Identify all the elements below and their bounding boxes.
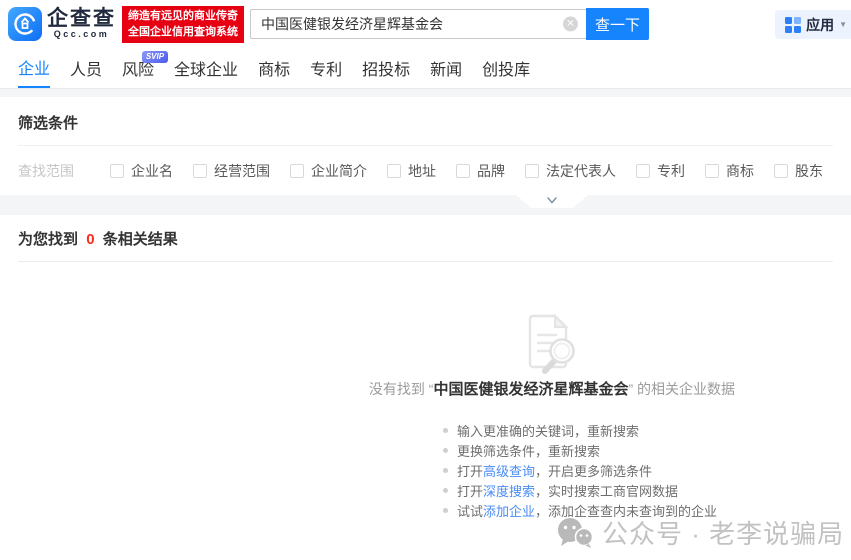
empty-message-query: 中国医健银发经济星辉基金会 [433, 381, 628, 398]
bullet-icon [443, 448, 448, 453]
suggestion-text: 更换筛选条件，重新搜索 [457, 441, 600, 460]
watermark-text: 公众号 · 老李说骗局 [602, 514, 844, 551]
suggestion-text: 打开 [457, 461, 483, 480]
filter-title: 筛选条件 [18, 97, 833, 133]
suggestion-item: 更换筛选条件，重新搜索 [443, 441, 717, 460]
slogan-line-2: 全国企业信用查询系统 [128, 24, 238, 41]
empty-search-document-icon [510, 307, 590, 387]
filter-option-address[interactable]: 地址 [387, 161, 436, 181]
apps-grid-icon [785, 17, 801, 33]
suggestion-link-deep-search[interactable]: 深度搜索 [483, 481, 535, 500]
search-input[interactable] [250, 9, 586, 39]
clear-search-icon[interactable]: ✕ [563, 17, 578, 32]
header: 企查查 Qcc.com 缔造有远见的商业传奇 全国企业信用查询系统 ✕ 查一下 … [0, 0, 851, 48]
filter-option-shareholder[interactable]: 股东 [774, 161, 823, 181]
tab-trademark[interactable]: 商标 [258, 48, 290, 88]
bullet-icon [443, 428, 448, 433]
tab-personnel[interactable]: 人员 [70, 48, 102, 88]
apps-button[interactable]: 应用 ▼ [775, 10, 851, 39]
logo-subtitle: Qcc.com [54, 29, 110, 40]
checkbox-icon[interactable] [774, 164, 788, 178]
collapse-filters-button[interactable] [516, 195, 588, 208]
tab-enterprise[interactable]: 企业 [18, 48, 50, 88]
filter-option-company-profile[interactable]: 企业简介 [290, 161, 367, 181]
brand-slogan: 缔造有远见的商业传奇 全国企业信用查询系统 [122, 6, 244, 43]
suggestion-list: 输入更准确的关键词，重新搜索 更换筛选条件，重新搜索 打开 高级查询 ，开启更多… [443, 421, 717, 521]
qcc-logo-icon [8, 7, 42, 41]
chevron-down-icon: ▼ [839, 20, 847, 29]
page: 企查查 Qcc.com 缔造有远见的商业传奇 全国企业信用查询系统 ✕ 查一下 … [0, 0, 851, 560]
checkbox-icon[interactable] [525, 164, 539, 178]
suggestion-item: 打开 高级查询 ，开启更多筛选条件 [443, 461, 717, 480]
results-suffix: 条相关结果 [103, 231, 178, 248]
slogan-line-1: 缔造有远见的商业传奇 [128, 8, 238, 25]
tab-risk[interactable]: 风险 SVIP [122, 48, 154, 88]
suggestion-link-advanced-search[interactable]: 高级查询 [483, 461, 535, 480]
tab-global-enterprise[interactable]: 全球企业 [174, 48, 238, 88]
bullet-icon [443, 468, 448, 473]
tab-news[interactable]: 新闻 [430, 48, 462, 88]
filter-option-enterprise-name[interactable]: 企业名 [110, 161, 173, 181]
empty-message: 没有找到 “中国医健银发经济星辉基金会” 的相关企业数据 [152, 378, 851, 399]
bullet-icon [443, 488, 448, 493]
wechat-icon [556, 517, 594, 549]
qcc-logo[interactable]: 企查查 Qcc.com [8, 7, 116, 41]
tab-patent[interactable]: 专利 [310, 48, 342, 88]
divider [18, 261, 833, 262]
filter-option-trademark[interactable]: 商标 [705, 161, 754, 181]
search-input-wrap: ✕ [250, 9, 586, 39]
filter-option-patent[interactable]: 专利 [636, 161, 685, 181]
search-button[interactable]: 查一下 [586, 8, 649, 40]
checkbox-icon[interactable] [387, 164, 401, 178]
results-count: 0 [86, 231, 94, 248]
logo-title: 企查查 [47, 8, 116, 29]
suggestion-text: ，实时搜索工商官网数据 [535, 481, 678, 500]
checkbox-icon[interactable] [705, 164, 719, 178]
search-bar: ✕ 查一下 [250, 8, 649, 40]
suggestion-text: 输入更准确的关键词，重新搜索 [457, 421, 639, 440]
results-prefix: 为您找到 [18, 231, 78, 248]
apps-button-label: 应用 [806, 15, 834, 35]
suggestion-text: ，开启更多筛选条件 [535, 461, 652, 480]
scope-label: 查找范围 [18, 161, 74, 181]
tab-venture-capital[interactable]: 创投库 [482, 48, 530, 88]
svip-badge: SVIP [142, 51, 168, 63]
empty-message-prefix: 没有找到 “ [369, 381, 434, 397]
qcc-logo-text: 企查查 Qcc.com [47, 8, 116, 40]
chevron-down-icon [545, 195, 559, 207]
empty-message-suffix: ” 的相关企业数据 [629, 381, 736, 397]
suggestion-item: 打开 深度搜索 ，实时搜索工商官网数据 [443, 481, 717, 500]
filter-option-brand[interactable]: 品牌 [456, 161, 505, 181]
checkbox-icon[interactable] [290, 164, 304, 178]
checkbox-icon[interactable] [636, 164, 650, 178]
checkbox-icon[interactable] [456, 164, 470, 178]
suggestion-text: 试试 [457, 501, 483, 520]
checkbox-icon[interactable] [193, 164, 207, 178]
divider [18, 145, 833, 146]
suggestion-link-add-company[interactable]: 添加企业 [483, 501, 535, 520]
filter-panel: 筛选条件 查找范围 企业名 经营范围 企业简介 地址 品牌 [0, 97, 851, 195]
tab-tender[interactable]: 招投标 [362, 48, 410, 88]
filter-option-legal-representative[interactable]: 法定代表人 [525, 161, 616, 181]
suggestion-text: 打开 [457, 481, 483, 500]
watermark: 公众号 · 老李说骗局 [556, 514, 844, 551]
suggestion-item: 输入更准确的关键词，重新搜索 [443, 421, 717, 440]
filter-row: 查找范围 企业名 经营范围 企业简介 地址 品牌 [18, 161, 833, 181]
checkbox-icon[interactable] [110, 164, 124, 178]
main-nav: 企业 人员 风险 SVIP 全球企业 商标 专利 招投标 新闻 创投库 [0, 48, 851, 89]
results-heading: 为您找到 0 条相关结果 [18, 215, 833, 249]
results-panel: 为您找到 0 条相关结果 没有找到 “中国医健银发经济星辉基金会” 的相关企业数… [0, 215, 851, 560]
bullet-icon [443, 508, 448, 513]
filter-option-business-scope[interactable]: 经营范围 [193, 161, 270, 181]
